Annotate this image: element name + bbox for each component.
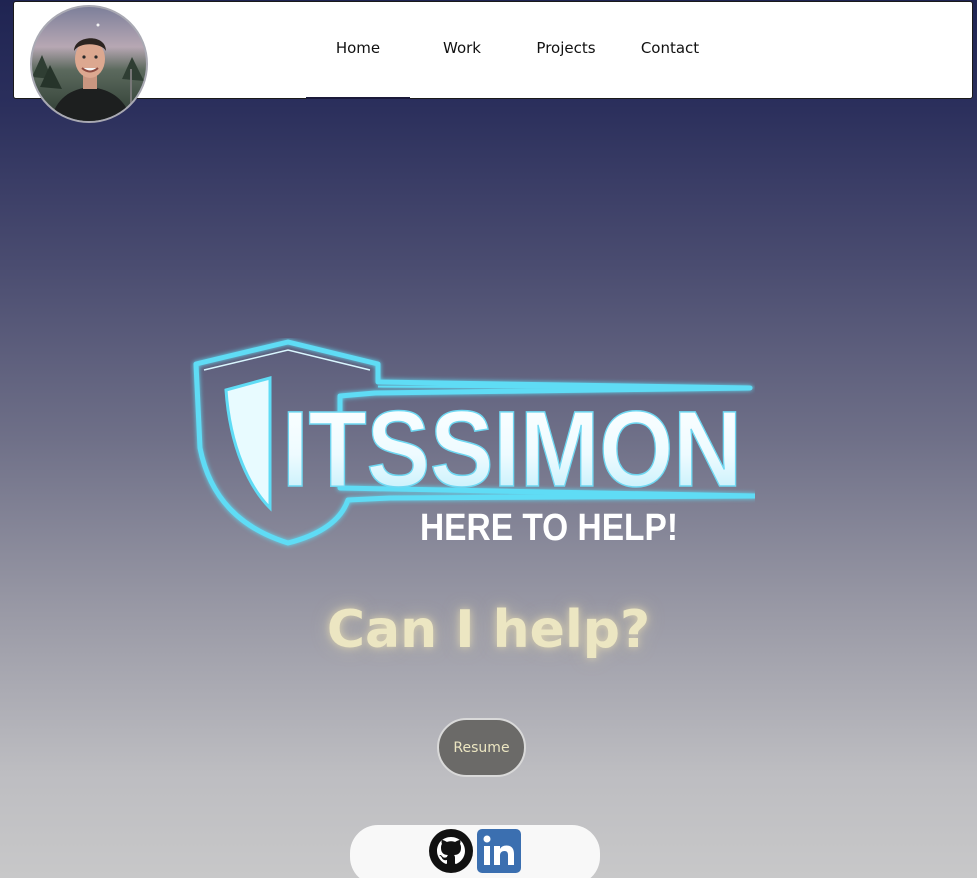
nav-projects-label: Projects [536,39,596,57]
github-icon[interactable] [428,828,474,874]
nav-work-link[interactable]: Work [410,2,514,98]
nav-links: Home Work Projects Contact [306,2,722,99]
navbar: Home Work Projects Contact [13,1,973,99]
nav-projects-link[interactable]: Projects [514,2,618,98]
hero-tagline: Can I help? [326,600,651,660]
logo-subtitle: HERE TO HELP! [420,507,678,549]
nav-work-label: Work [443,39,481,57]
nav-home-label: Home [335,39,381,57]
linkedin-icon[interactable] [476,828,522,874]
logo-text: ITSSIMON [282,388,742,509]
nav-contact-link[interactable]: Contact [618,2,722,98]
resume-button[interactable]: Resume [437,718,526,777]
nav-home-link[interactable]: Home [306,2,410,99]
social-links-bar [350,825,600,878]
nav-contact-label: Contact [640,39,700,57]
itssimon-logo: ITSSIMON HERE TO HELP! [190,338,758,550]
avatar-portrait-image [32,23,144,121]
avatar[interactable] [30,5,148,123]
resume-button-label: Resume [453,739,510,756]
